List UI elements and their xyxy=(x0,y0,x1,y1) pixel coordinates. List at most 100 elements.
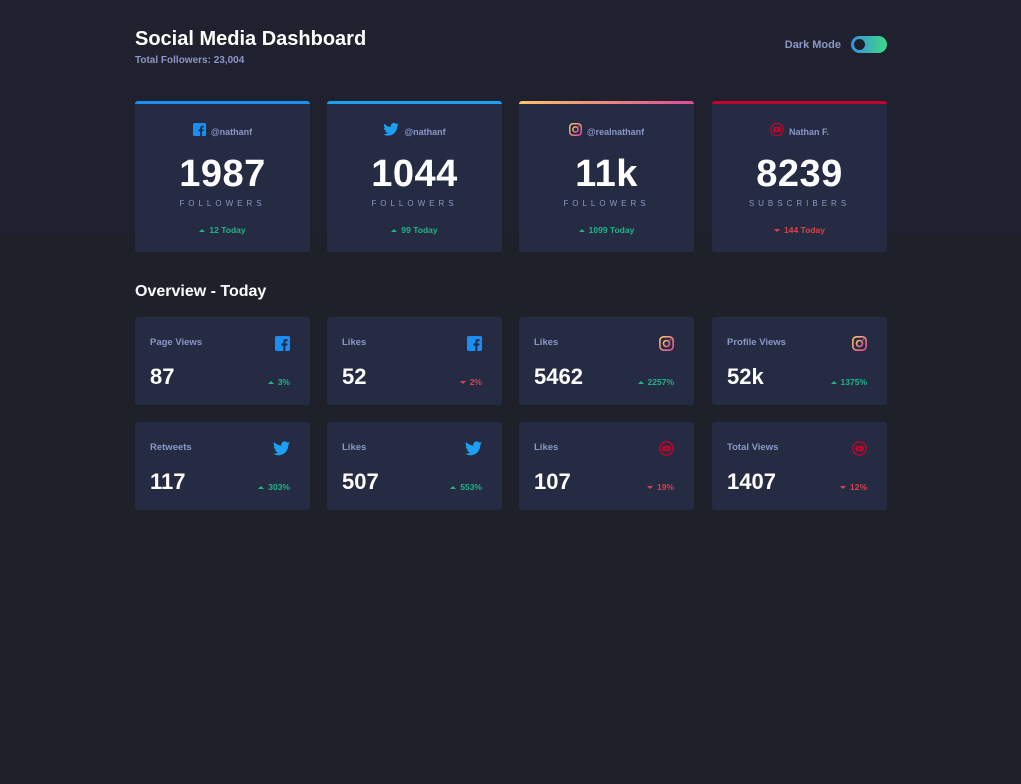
overview-card[interactable]: Likes 52 2% xyxy=(327,317,502,405)
overview-card[interactable]: Profile Views 52k 1375% xyxy=(712,317,887,405)
follower-cards: @nathanf 1987 FOLLOWERS 12 Today @nathan… xyxy=(135,101,887,252)
dark-mode-toggle[interactable] xyxy=(851,36,887,53)
overview-change-text: 2% xyxy=(469,377,482,387)
twitter-icon xyxy=(383,122,400,141)
card-accent-bar xyxy=(712,101,887,104)
card-instagram[interactable]: @realnathanf 11k FOLLOWERS 1099 Today xyxy=(519,101,694,252)
overview-value: 107 xyxy=(534,469,571,494)
overview-change-text: 12% xyxy=(849,482,867,492)
arrow-down-icon xyxy=(839,485,846,489)
follower-count: 1044 xyxy=(371,153,458,195)
overview-card[interactable]: Likes 107 19% xyxy=(519,422,694,510)
arrow-down-icon xyxy=(459,380,466,384)
overview-card[interactable]: Page Views 87 3% xyxy=(135,317,310,405)
overview-change: 303% xyxy=(258,482,290,492)
card-accent-bar xyxy=(327,101,502,104)
instagram-icon xyxy=(852,336,867,356)
overview-value: 87 xyxy=(150,364,175,389)
dark-mode-label: Dark Mode xyxy=(784,38,841,51)
youtube-icon xyxy=(770,122,784,141)
facebook-icon xyxy=(192,123,206,141)
overview-label: Page Views xyxy=(150,337,203,348)
arrow-up-icon xyxy=(578,228,585,232)
instagram-icon xyxy=(659,336,674,356)
dashboard: Social Media Dashboard Total Followers: … xyxy=(135,0,887,510)
card-facebook[interactable]: @nathanf 1987 FOLLOWERS 12 Today xyxy=(135,101,310,252)
card-handle-row: @nathanf xyxy=(327,122,502,141)
follower-unit: SUBSCRIBERS xyxy=(748,199,851,208)
arrow-up-icon xyxy=(450,485,457,489)
overview-change: 19% xyxy=(646,482,674,492)
today-change: 144 Today xyxy=(712,225,887,235)
follower-count: 11k xyxy=(575,153,638,195)
overview-change: 2257% xyxy=(637,377,674,387)
overview-label: Total Views xyxy=(727,442,779,453)
overview-label: Likes xyxy=(342,337,367,348)
follower-unit: FOLLOWERS xyxy=(179,199,266,208)
overview-value: 507 xyxy=(342,469,379,494)
card-handle-row: Nathan F. xyxy=(712,122,887,141)
arrow-up-icon xyxy=(199,228,206,232)
toggle-knob xyxy=(854,39,865,50)
arrow-up-icon xyxy=(258,485,265,489)
overview-change-text: 553% xyxy=(460,482,482,492)
overview-change-text: 2257% xyxy=(647,377,674,387)
today-change: 12 Today xyxy=(135,225,310,235)
overview-label: Likes xyxy=(534,442,559,453)
arrow-up-icon xyxy=(391,228,398,232)
arrow-down-icon xyxy=(646,485,653,489)
overview-card[interactable]: Retweets 117 303% xyxy=(135,422,310,510)
arrow-up-icon xyxy=(637,380,644,384)
twitter-icon xyxy=(465,441,482,461)
overview-value: 1407 xyxy=(727,469,776,494)
dark-mode-control: Dark Mode xyxy=(785,36,887,53)
follower-count: 1987 xyxy=(179,153,266,195)
overview-label: Likes xyxy=(534,337,559,348)
twitter-icon xyxy=(273,441,290,461)
card-accent-bar xyxy=(519,101,694,104)
today-change-text: 99 Today xyxy=(401,225,438,235)
card-handle: @nathanf xyxy=(404,127,446,137)
overview-change: 3% xyxy=(267,377,290,387)
overview-card[interactable]: Total Views 1407 12% xyxy=(712,422,887,510)
card-twitter[interactable]: @nathanf 1044 FOLLOWERS 99 Today xyxy=(327,101,502,252)
today-change: 1099 Today xyxy=(519,225,694,235)
header: Social Media Dashboard Total Followers: … xyxy=(135,0,887,100)
overview-change-text: 19% xyxy=(656,482,674,492)
overview-label: Profile Views xyxy=(727,337,786,348)
overview-change-text: 3% xyxy=(277,377,290,387)
follower-unit: FOLLOWERS xyxy=(563,199,650,208)
card-handle-row: @nathanf xyxy=(135,123,310,141)
card-youtube[interactable]: Nathan F. 8239 SUBSCRIBERS 144 Today xyxy=(712,101,887,252)
page-title: Social Media Dashboard xyxy=(135,28,367,50)
overview-change: 1375% xyxy=(830,377,867,387)
overview-change: 2% xyxy=(459,377,482,387)
arrow-down-icon xyxy=(774,228,781,232)
overview-change-text: 303% xyxy=(268,482,290,492)
instagram-icon xyxy=(568,123,582,141)
today-change-text: 1099 Today xyxy=(588,225,635,235)
arrow-up-icon xyxy=(830,380,837,384)
card-handle: @nathanf xyxy=(210,127,253,137)
overview-value: 52k xyxy=(727,364,764,389)
follower-count: 8239 xyxy=(756,153,843,195)
today-change-text: 144 Today xyxy=(784,225,825,235)
youtube-icon xyxy=(852,441,867,461)
overview-card[interactable]: Likes 5462 2257% xyxy=(519,317,694,405)
overview-card[interactable]: Likes 507 553% xyxy=(327,422,502,510)
card-accent-bar xyxy=(135,101,310,104)
facebook-icon xyxy=(467,336,482,356)
card-handle-row: @realnathanf xyxy=(519,123,694,141)
overview-value: 52 xyxy=(342,364,367,389)
overview-change-text: 1375% xyxy=(840,377,867,387)
overview-change: 553% xyxy=(450,482,482,492)
overview-label: Retweets xyxy=(150,442,192,453)
overview-label: Likes xyxy=(342,442,367,453)
overview-change: 12% xyxy=(839,482,867,492)
facebook-icon xyxy=(275,336,290,356)
card-handle: Nathan F. xyxy=(788,127,829,137)
follower-unit: FOLLOWERS xyxy=(371,199,458,208)
today-change-text: 12 Today xyxy=(209,225,246,235)
overview-title: Overview - Today xyxy=(135,283,267,300)
card-handle: @realnathanf xyxy=(586,127,645,137)
